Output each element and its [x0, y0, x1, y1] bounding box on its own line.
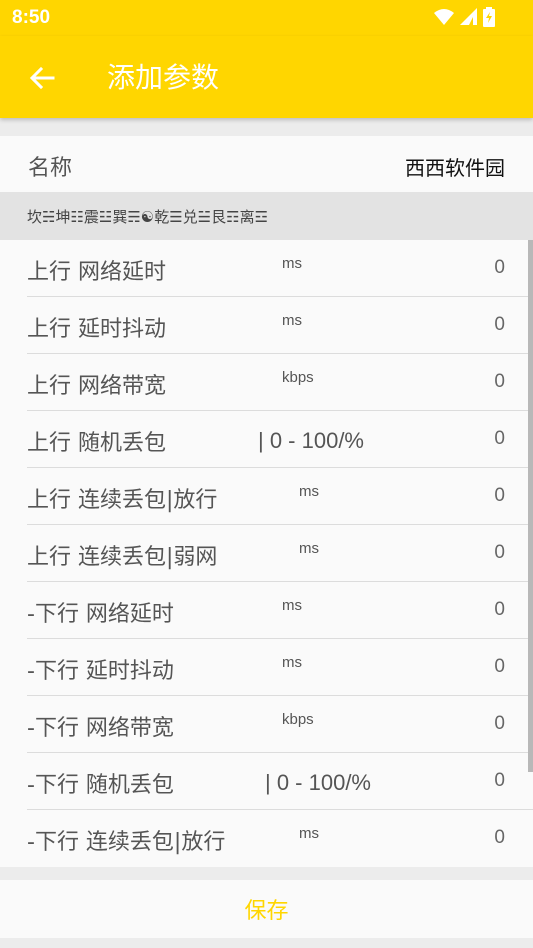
param-label: 上行 随机丢包 — [27, 431, 166, 456]
param-label: 上行 连续丢包|放行 — [27, 488, 218, 513]
param-row[interactable]: 上行 连续丢包|放行 ms 0 — [0, 468, 533, 525]
param-label: 上行 网络延时 — [27, 260, 166, 285]
param-row[interactable]: 上行 随机丢包 | 0 - 100/% 0 — [0, 411, 533, 468]
param-label: -下行 网络带宽 — [27, 716, 174, 741]
param-label: 上行 网络带宽 — [27, 374, 166, 399]
param-row[interactable]: -下行 连续丢包|放行 ms 0 — [0, 810, 533, 867]
param-value[interactable]: 0 — [494, 371, 505, 393]
param-row[interactable]: 上行 延时抖动 ms 0 — [0, 297, 533, 354]
param-unit: ms — [282, 654, 302, 671]
status-time: 8:50 — [12, 7, 51, 28]
back-button[interactable] — [22, 58, 62, 98]
param-row[interactable]: -下行 随机丢包 | 0 - 100/% 0 — [0, 753, 533, 810]
param-value[interactable]: 0 — [494, 713, 505, 735]
section-header: 坎☵坤☷震☳巽☴☯乾☰兑☱艮☶离☲ — [0, 192, 533, 240]
param-row[interactable]: 上行 网络延时 ms 0 — [0, 240, 533, 297]
parameter-list: 上行 网络延时 ms 0 上行 延时抖动 ms 0 上行 网络带宽 kbps 0… — [0, 240, 533, 867]
param-unit: ms — [299, 540, 319, 557]
signal-icon — [460, 8, 477, 25]
param-row[interactable]: 上行 网络带宽 kbps 0 — [0, 354, 533, 411]
param-value[interactable]: 0 — [494, 542, 505, 564]
wifi-icon — [434, 9, 454, 25]
arrow-left-icon — [29, 66, 55, 90]
param-unit: ms — [282, 312, 302, 329]
param-row[interactable]: 上行 连续丢包|弱网 ms 0 — [0, 525, 533, 582]
param-label: 上行 连续丢包|弱网 — [27, 545, 218, 570]
param-value[interactable]: 0 — [494, 827, 505, 849]
param-unit: ms — [299, 483, 319, 500]
scrollbar[interactable] — [528, 240, 533, 772]
param-unit: ms — [282, 597, 302, 614]
param-unit: | 0 - 100/% — [265, 770, 371, 795]
page-title: 添加参数 — [107, 61, 220, 94]
param-label: -下行 随机丢包 — [27, 773, 174, 798]
param-value[interactable]: 0 — [494, 428, 505, 450]
battery-icon — [483, 7, 495, 27]
status-bar: 8:50 — [0, 0, 533, 36]
param-unit: kbps — [282, 711, 314, 728]
param-row[interactable]: -下行 网络延时 ms 0 — [0, 582, 533, 639]
save-button[interactable]: 保存 — [0, 880, 533, 938]
status-icons — [434, 7, 495, 27]
param-row[interactable]: -下行 延时抖动 ms 0 — [0, 639, 533, 696]
param-value[interactable]: 0 — [494, 770, 505, 792]
param-label: -下行 延时抖动 — [27, 659, 174, 684]
param-unit: kbps — [282, 369, 314, 386]
app-bar: 添加参数 — [0, 36, 533, 118]
name-row[interactable]: 名称 西西软件园 — [0, 136, 533, 192]
param-value[interactable]: 0 — [494, 599, 505, 621]
param-value[interactable]: 0 — [494, 314, 505, 336]
param-unit: ms — [282, 255, 302, 272]
save-button-label: 保存 — [244, 899, 289, 924]
name-value[interactable]: 西西软件园 — [405, 152, 505, 181]
name-label: 名称 — [28, 156, 73, 181]
param-unit: ms — [299, 825, 319, 842]
param-value[interactable]: 0 — [494, 485, 505, 507]
param-value[interactable]: 0 — [494, 656, 505, 678]
param-value[interactable]: 0 — [494, 257, 505, 279]
param-label: -下行 连续丢包|放行 — [27, 830, 226, 855]
param-label: -下行 网络延时 — [27, 602, 174, 627]
param-unit: | 0 - 100/% — [258, 428, 364, 453]
section-header-text: 坎☵坤☷震☳巽☴☯乾☰兑☱艮☶离☲ — [27, 208, 269, 226]
param-row[interactable]: -下行 网络带宽 kbps 0 — [0, 696, 533, 753]
param-label: 上行 延时抖动 — [27, 317, 166, 342]
